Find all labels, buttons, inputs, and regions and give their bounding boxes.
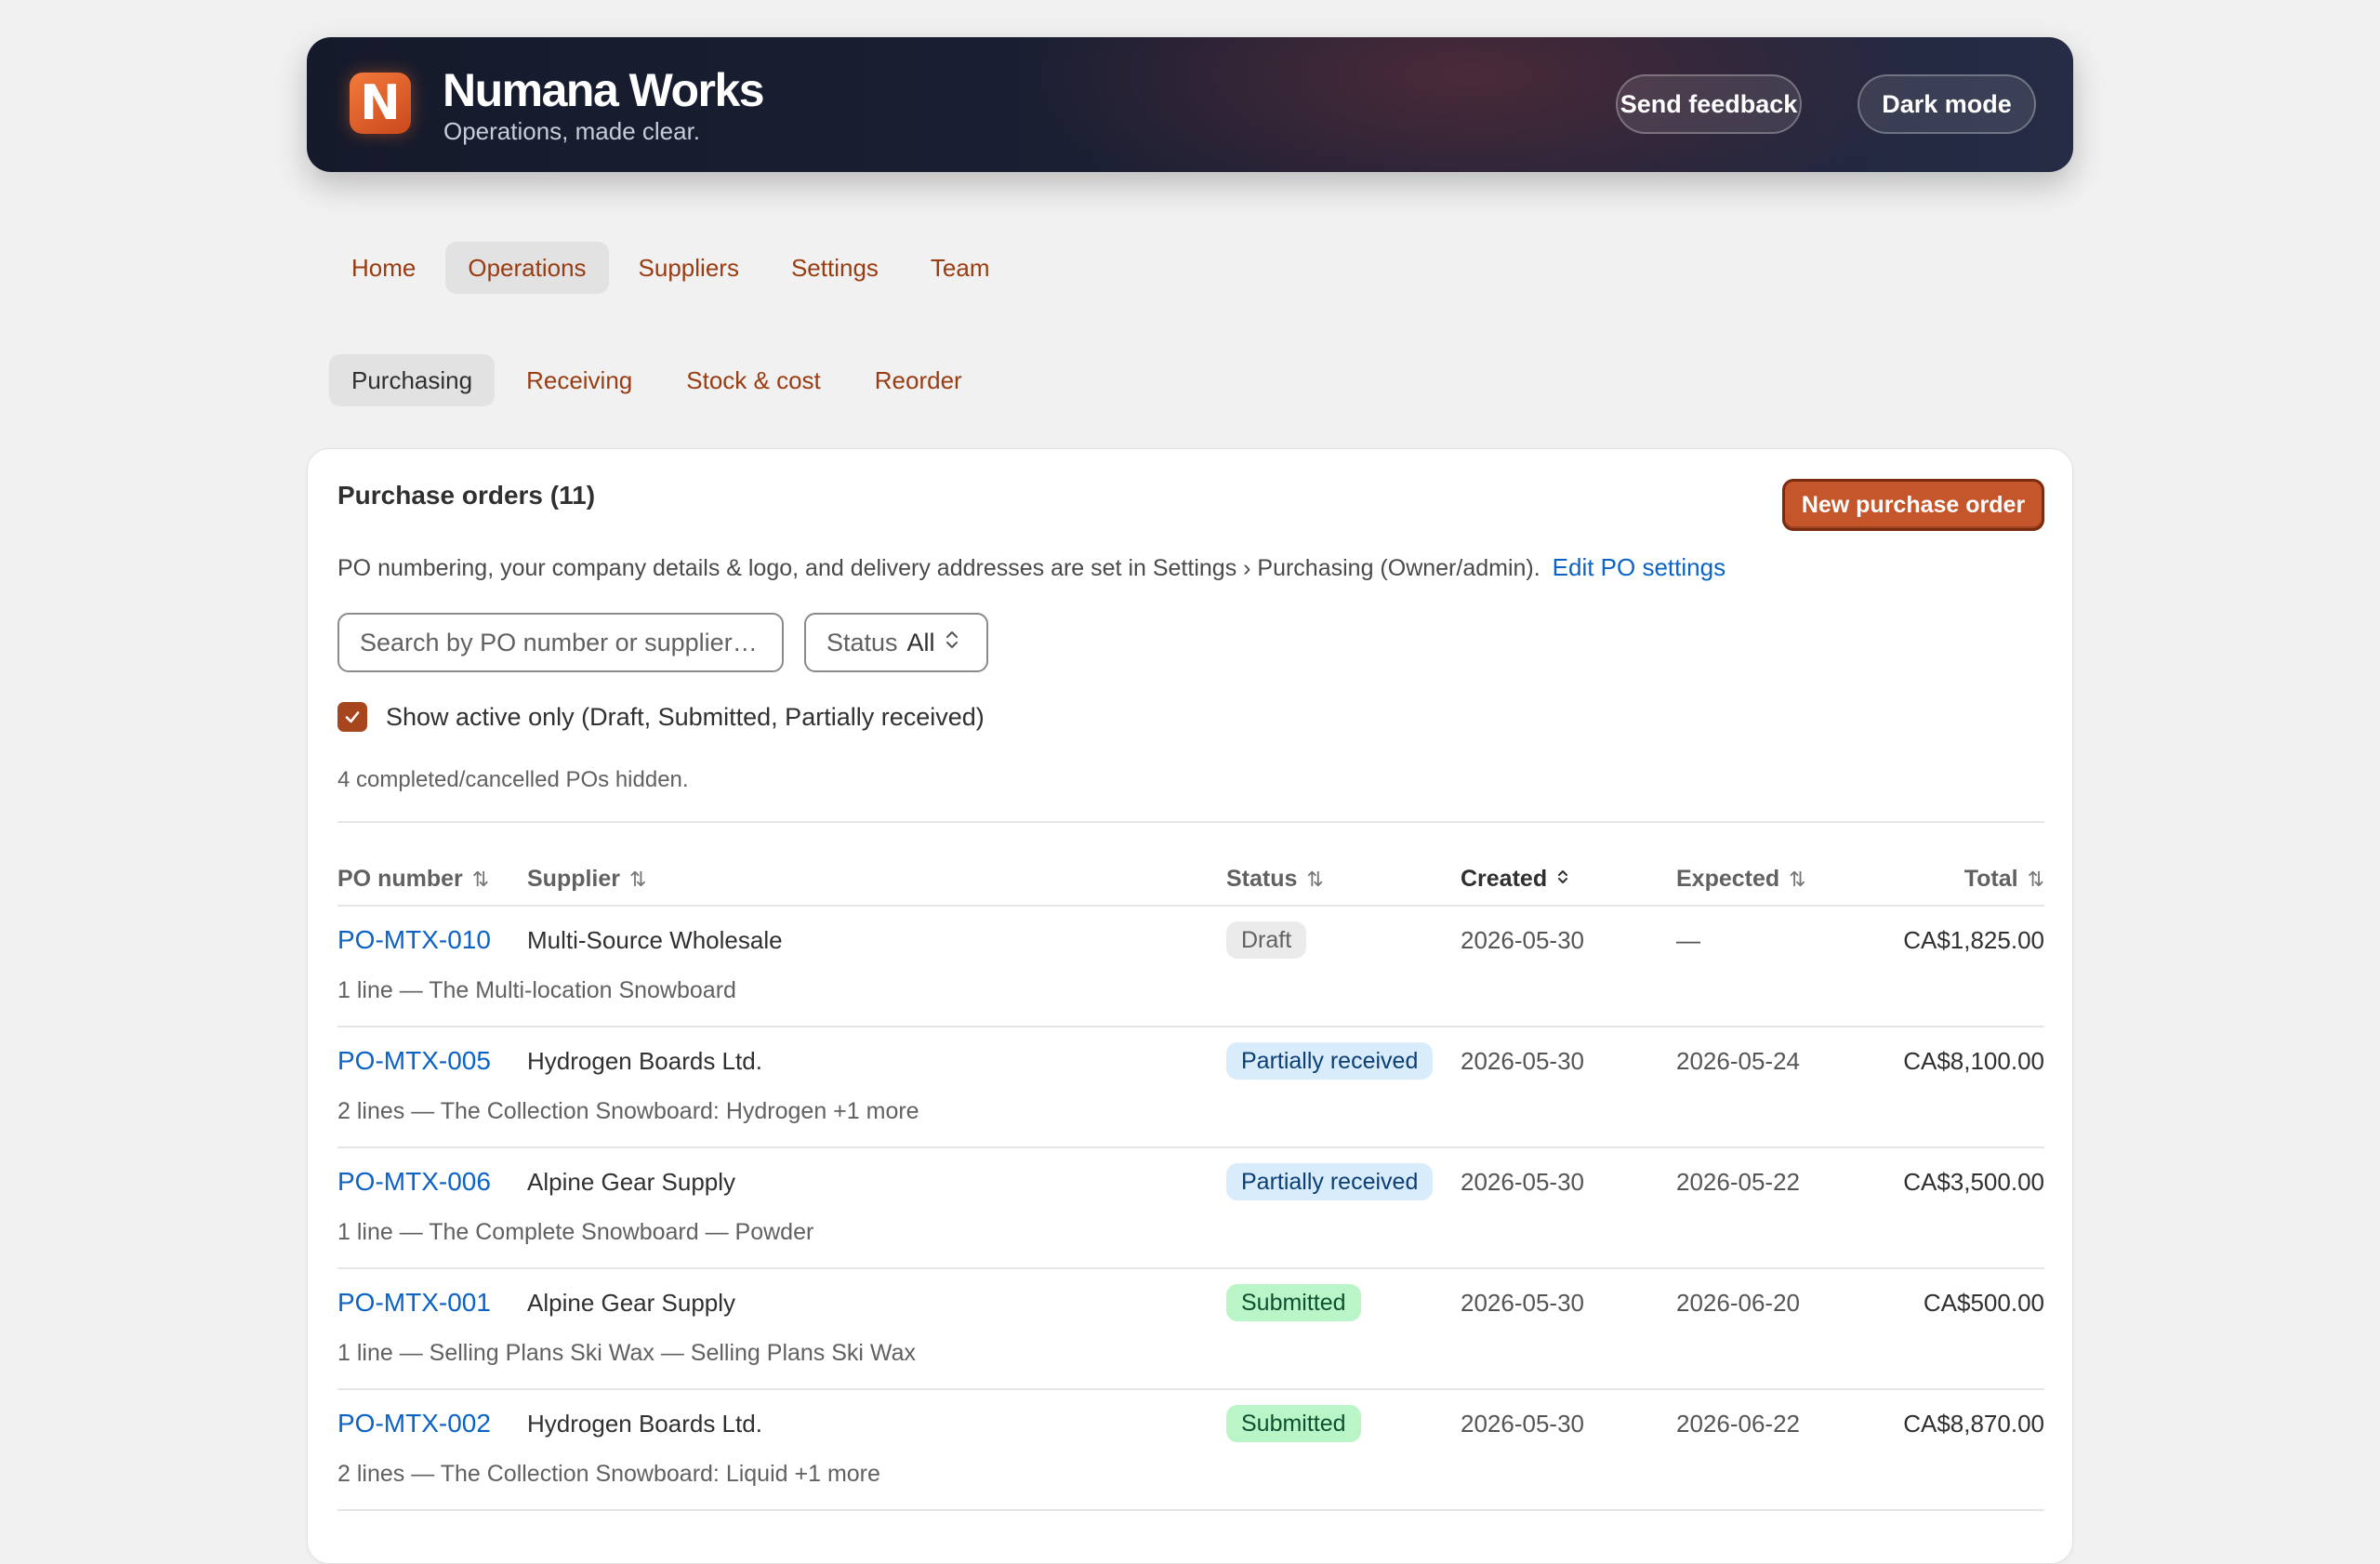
created-date: 2026-05-30 bbox=[1461, 1046, 1584, 1075]
column-label: Total bbox=[1964, 866, 2018, 892]
search-input[interactable]: Search by PO number or supplier… bbox=[337, 613, 784, 672]
po-total: CA$8,870.00 bbox=[1903, 1409, 2044, 1438]
info-text: PO numbering, your company details & log… bbox=[337, 555, 1540, 581]
hidden-pos-note: 4 completed/cancelled POs hidden. bbox=[337, 767, 689, 792]
column-header-supplier[interactable]: Supplier ⇅ bbox=[527, 866, 646, 893]
sort-icon: ⇅ bbox=[1789, 867, 1806, 891]
po-lines-summary: 1 line — The Complete Snowboard — Powder bbox=[337, 1219, 814, 1245]
nav-item-suppliers[interactable]: Suppliers bbox=[616, 242, 761, 294]
column-label: Created bbox=[1461, 866, 1548, 892]
table-row[interactable]: PO-MTX-002 Hydrogen Boards Ltd. Submitte… bbox=[337, 1390, 2044, 1511]
new-purchase-order-button[interactable]: New purchase order bbox=[1782, 479, 2044, 531]
column-label: Supplier bbox=[527, 866, 621, 892]
app-header: N Numana Works Operations, made clear. S… bbox=[307, 37, 2073, 172]
expected-date: 2026-06-22 bbox=[1676, 1409, 1800, 1438]
status-filter-label: Status bbox=[826, 628, 898, 656]
column-label: Expected bbox=[1676, 866, 1780, 892]
po-total: CA$3,500.00 bbox=[1903, 1167, 2044, 1196]
status-filter-select[interactable]: Status All bbox=[804, 613, 988, 672]
sort-icon: ⇅ bbox=[2027, 867, 2044, 891]
column-label: PO number bbox=[337, 866, 463, 892]
po-total: CA$8,100.00 bbox=[1903, 1046, 2044, 1075]
expected-date: 2026-05-24 bbox=[1676, 1046, 1800, 1075]
created-date: 2026-05-30 bbox=[1461, 1288, 1584, 1317]
table-row[interactable]: PO-MTX-010 Multi-Source Wholesale Draft … bbox=[337, 907, 2044, 1027]
po-number-link[interactable]: PO-MTX-001 bbox=[337, 1284, 491, 1321]
nav-item-operations[interactable]: Operations bbox=[445, 242, 609, 294]
po-number-link[interactable]: PO-MTX-005 bbox=[337, 1042, 491, 1080]
created-date: 2026-05-30 bbox=[1461, 1167, 1584, 1196]
card-title: Purchase orders (11) bbox=[337, 481, 596, 510]
tab-reorder[interactable]: Reorder bbox=[853, 354, 985, 406]
expected-date: 2026-05-22 bbox=[1676, 1167, 1800, 1196]
supplier-name: Hydrogen Boards Ltd. bbox=[527, 1409, 762, 1438]
status-badge: Partially received bbox=[1226, 1042, 1434, 1080]
table-row[interactable]: PO-MTX-005 Hydrogen Boards Ltd. Partiall… bbox=[337, 1027, 2044, 1148]
po-settings-info: PO numbering, your company details & log… bbox=[337, 553, 1726, 582]
nav-item-home[interactable]: Home bbox=[329, 242, 438, 294]
po-lines-summary: 2 lines — The Collection Snowboard: Liqu… bbox=[337, 1461, 880, 1487]
po-lines-summary: 2 lines — The Collection Snowboard: Hydr… bbox=[337, 1098, 919, 1124]
column-header-po-number[interactable]: PO number ⇅ bbox=[337, 866, 489, 893]
app-logo: N bbox=[350, 73, 411, 134]
supplier-name: Alpine Gear Supply bbox=[527, 1288, 736, 1317]
dark-mode-button[interactable]: Dark mode bbox=[1858, 74, 2036, 134]
column-header-total[interactable]: Total ⇅ bbox=[1964, 866, 2044, 893]
column-header-status[interactable]: Status ⇅ bbox=[1226, 866, 1324, 893]
tab-receiving[interactable]: Receiving bbox=[504, 354, 654, 406]
active-only-checkbox[interactable] bbox=[337, 702, 367, 732]
supplier-name: Alpine Gear Supply bbox=[527, 1167, 736, 1196]
column-label: Status bbox=[1226, 866, 1298, 892]
app-tagline: Operations, made clear. bbox=[443, 117, 701, 145]
po-lines-summary: 1 line — The Multi-location Snowboard bbox=[337, 977, 736, 1003]
status-filter-value: All bbox=[906, 628, 935, 656]
table-header: PO number ⇅ Supplier ⇅ Status ⇅ Created … bbox=[337, 858, 2044, 907]
po-number-link[interactable]: PO-MTX-002 bbox=[337, 1405, 491, 1442]
table-row[interactable]: PO-MTX-006 Alpine Gear Supply Partially … bbox=[337, 1148, 2044, 1269]
checkmark-icon bbox=[345, 711, 360, 723]
main-nav: Home Operations Suppliers Settings Team bbox=[329, 241, 1019, 295]
logo-letter: N bbox=[360, 75, 401, 131]
tab-stock-cost[interactable]: Stock & cost bbox=[664, 354, 843, 406]
status-badge: Submitted bbox=[1226, 1405, 1361, 1442]
expected-date: — bbox=[1676, 925, 1700, 954]
created-date: 2026-05-30 bbox=[1461, 1409, 1584, 1438]
sort-icon: ⇅ bbox=[1306, 867, 1324, 891]
supplier-name: Hydrogen Boards Ltd. bbox=[527, 1046, 762, 1075]
supplier-name: Multi-Source Wholesale bbox=[527, 925, 783, 954]
app-name: Numana Works bbox=[443, 64, 765, 116]
sort-icon: ⇅ bbox=[629, 867, 647, 891]
active-only-toggle[interactable]: Show active only (Draft, Submitted, Part… bbox=[337, 702, 985, 732]
select-chevron-icon bbox=[945, 629, 959, 656]
sort-active-icon bbox=[1556, 868, 1569, 892]
active-only-label: Show active only (Draft, Submitted, Part… bbox=[386, 702, 985, 731]
table-row[interactable]: PO-MTX-001 Alpine Gear Supply Submitted … bbox=[337, 1269, 2044, 1390]
po-total: CA$1,825.00 bbox=[1903, 925, 2044, 954]
po-number-link[interactable]: PO-MTX-006 bbox=[337, 1163, 491, 1200]
expected-date: 2026-06-20 bbox=[1676, 1288, 1800, 1317]
status-badge: Partially received bbox=[1226, 1163, 1434, 1200]
sort-icon: ⇅ bbox=[471, 867, 490, 891]
tab-purchasing[interactable]: Purchasing bbox=[329, 354, 496, 406]
purchase-orders-card: Purchase orders (11) New purchase order … bbox=[307, 448, 2073, 1564]
po-lines-summary: 1 line — Selling Plans Ski Wax — Selling… bbox=[337, 1340, 916, 1366]
status-badge: Draft bbox=[1226, 921, 1307, 959]
po-number-link[interactable]: PO-MTX-010 bbox=[337, 921, 491, 959]
sub-nav: Purchasing Receiving Stock & cost Reorde… bbox=[329, 353, 994, 407]
nav-item-settings[interactable]: Settings bbox=[769, 242, 901, 294]
column-header-expected[interactable]: Expected ⇅ bbox=[1676, 866, 1806, 893]
search-placeholder: Search by PO number or supplier… bbox=[360, 628, 758, 656]
status-badge: Submitted bbox=[1226, 1284, 1361, 1321]
nav-item-team[interactable]: Team bbox=[908, 242, 1012, 294]
po-total: CA$500.00 bbox=[1923, 1288, 2044, 1317]
column-header-created[interactable]: Created bbox=[1461, 866, 1569, 893]
created-date: 2026-05-30 bbox=[1461, 925, 1584, 954]
edit-po-settings-link[interactable]: Edit PO settings bbox=[1553, 553, 1726, 581]
divider bbox=[337, 821, 2044, 823]
send-feedback-button[interactable]: Send feedback bbox=[1616, 74, 1802, 134]
